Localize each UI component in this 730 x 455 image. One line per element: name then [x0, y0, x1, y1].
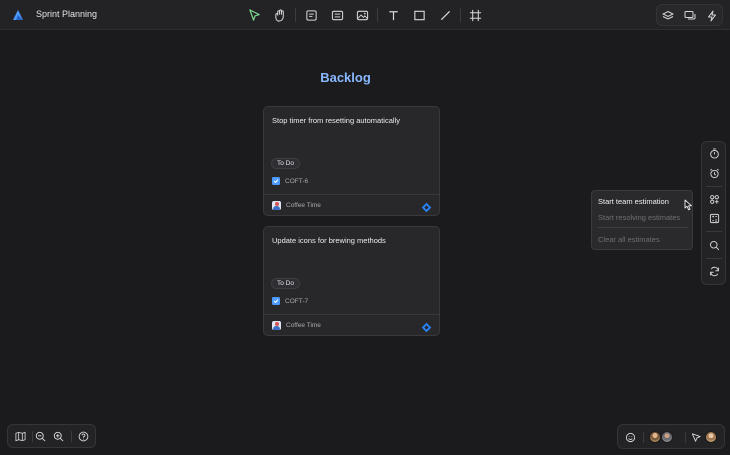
card-divider	[264, 314, 439, 315]
comments-icon[interactable]	[682, 8, 698, 24]
app-logo-icon[interactable]	[11, 8, 25, 22]
jira-icon[interactable]	[421, 200, 432, 213]
reactions-icon[interactable]	[624, 431, 637, 444]
issue-key[interactable]: COFT-7	[285, 298, 308, 305]
apps-icon[interactable]	[707, 192, 721, 206]
shape-tool-icon[interactable]	[411, 7, 427, 23]
lightning-icon[interactable]	[704, 8, 720, 24]
image-tool-icon[interactable]	[354, 7, 370, 23]
project-avatar	[272, 201, 281, 210]
issue-row: COFT-6	[272, 177, 308, 185]
issue-row: COFT-7	[272, 297, 308, 305]
alarm-icon[interactable]	[707, 166, 721, 180]
toolbar-divider	[685, 432, 686, 443]
layers-icon[interactable]	[660, 8, 676, 24]
start-resolving-estimates-item[interactable]: Start resolving estimates	[598, 213, 680, 222]
toolbar-divider	[706, 258, 722, 259]
hand-tool-icon[interactable]	[272, 7, 288, 23]
board-actions	[656, 4, 723, 26]
avatar[interactable]	[661, 431, 673, 443]
toolbar-divider	[377, 8, 378, 22]
card-divider	[264, 194, 439, 195]
line-tool-icon[interactable]	[437, 7, 453, 23]
board-title[interactable]: Sprint Planning	[36, 9, 97, 19]
task-checkbox-icon	[272, 297, 280, 305]
avatar[interactable]	[649, 431, 661, 443]
top-toolbar: Sprint Planning	[0, 0, 730, 30]
status-badge[interactable]: To Do	[271, 158, 300, 169]
task-checkbox-icon	[272, 177, 280, 185]
frame-title[interactable]: Backlog	[0, 70, 691, 85]
estimation-icon[interactable]	[707, 211, 721, 225]
sync-icon[interactable]	[707, 264, 721, 278]
toolbar-divider	[706, 231, 722, 232]
zoom-out-icon[interactable]	[34, 430, 47, 443]
project-avatar	[272, 321, 281, 330]
mouse-pointer-icon	[684, 198, 693, 211]
search-icon[interactable]	[707, 238, 721, 252]
status-badge[interactable]: To Do	[271, 278, 300, 289]
help-icon[interactable]	[77, 430, 90, 443]
toolbar-divider	[706, 186, 722, 187]
card-title: Update icons for brewing methods	[272, 236, 386, 245]
toolbar-divider	[295, 8, 296, 22]
follow-icon[interactable]	[690, 431, 703, 444]
issue-key[interactable]: COFT-6	[285, 178, 308, 185]
collaboration-bar	[617, 424, 725, 449]
toolbar-divider	[32, 431, 33, 442]
map-icon[interactable]	[14, 430, 27, 443]
zoom-in-icon[interactable]	[52, 430, 65, 443]
frame-tool-icon[interactable]	[467, 7, 483, 23]
card-tool-icon[interactable]	[329, 7, 345, 23]
navigation-controls	[7, 424, 96, 448]
toolbar-divider	[71, 431, 72, 442]
select-tool-icon[interactable]	[246, 7, 262, 23]
estimation-menu: Start team estimation Start resolving es…	[591, 190, 693, 250]
sticky-note-tool-icon[interactable]	[303, 7, 319, 23]
start-team-estimation-item[interactable]: Start team estimation	[598, 197, 669, 206]
jira-icon[interactable]	[421, 320, 432, 333]
toolbar-divider	[460, 8, 461, 22]
avatar[interactable]	[705, 431, 717, 443]
clear-all-estimates-item[interactable]: Clear all estimates	[598, 235, 660, 244]
menu-divider	[598, 227, 688, 228]
jira-card[interactable]: Update icons for brewing methods To Do C…	[263, 226, 440, 336]
jira-card[interactable]: Stop timer from resetting automatically …	[263, 106, 440, 216]
project-row: Coffee Time	[272, 201, 321, 210]
toolbar-divider	[643, 432, 644, 443]
card-title: Stop timer from resetting automatically	[272, 116, 400, 125]
project-name: Coffee Time	[286, 322, 321, 329]
side-toolbar	[701, 141, 726, 285]
text-tool-icon[interactable]	[385, 7, 401, 23]
project-name: Coffee Time	[286, 202, 321, 209]
timer-icon[interactable]	[707, 146, 721, 160]
project-row: Coffee Time	[272, 321, 321, 330]
